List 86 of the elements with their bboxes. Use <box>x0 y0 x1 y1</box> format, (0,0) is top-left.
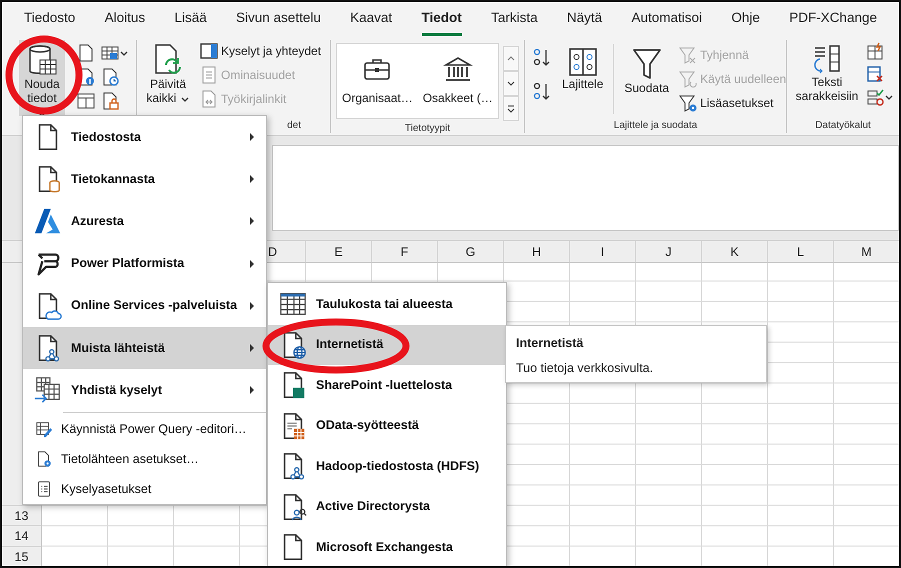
remove-duplicates-icon <box>866 65 884 83</box>
column-header[interactable]: F <box>372 241 438 262</box>
submenu-arrow-icon <box>248 258 256 269</box>
list-icon <box>35 480 53 498</box>
expand-icon <box>506 104 516 114</box>
menu-item[interactable]: Taulukosta tai alueesta <box>268 284 506 324</box>
data-type-button[interactable]: Osakkeet (… <box>418 44 498 118</box>
group-label: det <box>286 119 302 133</box>
column-header[interactable]: J <box>636 241 702 262</box>
clear-filter-icon <box>679 46 698 64</box>
text-columns-icon <box>811 43 843 75</box>
reapply-filter-icon <box>679 70 698 88</box>
menu-item[interactable]: Yhdistä kyselyt <box>23 369 266 412</box>
column-header[interactable]: H <box>504 241 570 262</box>
column-header[interactable]: L <box>768 241 834 262</box>
row-header[interactable]: 14 <box>2 525 41 546</box>
table-icon <box>101 44 119 62</box>
menu-item[interactable]: Tiedostosta <box>23 116 266 158</box>
bank-building-icon <box>442 55 473 83</box>
funnel-icon <box>632 47 662 81</box>
sort-dialog-icon <box>568 47 598 77</box>
lock-document-icon <box>101 92 119 110</box>
scroll-up-button[interactable] <box>502 46 519 71</box>
tooltip-text: Tuo tietoja verkkosivulta. <box>516 360 654 377</box>
menu-item[interactable]: Tietolähteen asetukset… <box>23 444 266 474</box>
submenu-arrow-icon <box>248 300 256 311</box>
submenu-arrow-icon <box>248 132 256 142</box>
clock-document-icon <box>101 68 119 86</box>
menu-item[interactable]: Azuresta <box>23 200 266 243</box>
tables-arrow-icon <box>33 375 63 406</box>
chevron-down-icon <box>506 78 516 88</box>
column-header[interactable]: I <box>570 241 636 262</box>
menu-item[interactable]: SharePoint -luettelosta <box>268 365 506 406</box>
ribbon-tab[interactable]: Lisää <box>174 2 207 36</box>
ribbon-tab[interactable]: Sivun asettelu <box>236 2 321 36</box>
group-label: Tietotyypit <box>404 122 452 136</box>
table-icon <box>77 92 95 110</box>
text-to-columns-button[interactable]: Teksti sarakkeisiin <box>792 40 862 107</box>
validation-icon <box>866 88 884 106</box>
sort-ascending-icon <box>532 48 552 68</box>
tooltip-title: Internetistä <box>516 335 584 352</box>
menu-item[interactable]: Tietokannasta <box>23 158 266 200</box>
menu-item[interactable]: Kyselyasetukset <box>23 474 266 504</box>
sort-button[interactable]: Lajittele <box>558 44 608 94</box>
data-type-button[interactable]: Organisaat… <box>337 44 418 118</box>
menu-item[interactable]: Muista lähteistä <box>23 326 266 370</box>
column-header[interactable]: G <box>438 241 504 262</box>
submenu-arrow-icon <box>248 385 256 396</box>
group-label: Datatyökalut <box>814 119 872 133</box>
column-header[interactable]: E <box>306 241 372 262</box>
ribbon-tab[interactable]: Tarkista <box>491 2 538 36</box>
ribbon-command[interactable]: Lisäasetukset <box>677 92 788 114</box>
ribbon-command[interactable]: Kyselyt ja yhteydet <box>198 40 324 62</box>
menu-item[interactable]: Hadoop-tiedostosta (HDFS) <box>268 446 506 486</box>
menu-item[interactable]: Active Directorysta <box>268 486 506 527</box>
menu-item[interactable]: Online Services -palveluista <box>23 284 266 327</box>
column-header[interactable]: M <box>834 241 899 262</box>
ribbon-tab[interactable]: Kaavat <box>350 2 392 36</box>
menu-item[interactable]: OData-syötteestä <box>268 406 506 446</box>
flash-fill-icon <box>866 42 884 60</box>
ribbon-tab[interactable]: Aloitus <box>104 2 146 36</box>
filter-button[interactable]: Suodata <box>620 44 674 98</box>
table-pencil-icon <box>35 420 53 438</box>
submenu-arrow-icon <box>248 343 256 354</box>
group-label: Lajittele ja suodata <box>612 119 698 133</box>
gear-document-icon <box>35 450 53 468</box>
gallery-more-button[interactable] <box>502 96 519 121</box>
list-icon <box>200 66 218 84</box>
ribbon-tab[interactable]: Ohje <box>731 2 760 36</box>
ribbon-tab[interactable]: PDF-XChange <box>789 2 877 36</box>
filter-gear-icon <box>679 94 698 112</box>
submenu-arrow-icon <box>248 216 256 226</box>
document-icon <box>77 44 95 62</box>
row-header[interactable]: 15 <box>2 546 41 566</box>
submenu-arrow-icon <box>248 174 256 184</box>
ribbon-tab[interactable]: Automatisoi <box>631 2 702 36</box>
column-header[interactable]: K <box>702 241 768 262</box>
scroll-down-button[interactable] <box>502 71 519 96</box>
link-document-icon <box>200 90 218 108</box>
ribbon-tab[interactable]: Näytä <box>566 2 602 36</box>
menu-item[interactable]: Käynnistä Power Query -editori… <box>23 414 266 444</box>
menu-item[interactable]: Microsoft Exchangesta <box>268 527 506 566</box>
refresh-all-button[interactable]: Päivitä kaikki <box>142 40 194 109</box>
ribbon-tab[interactable]: Tiedosto <box>24 2 76 36</box>
panel-icon <box>200 42 218 60</box>
sort-descending-icon <box>532 82 552 102</box>
